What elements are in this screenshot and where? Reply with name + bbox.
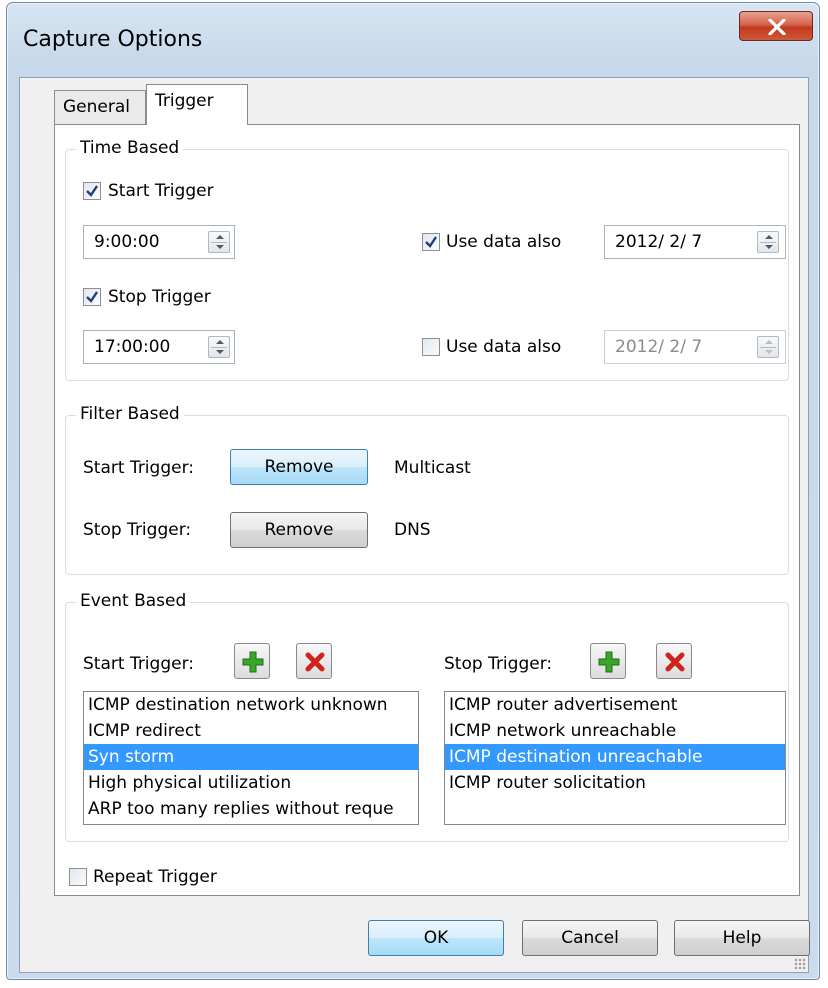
plus-icon bbox=[598, 651, 620, 673]
start-use-date-checkbox[interactable] bbox=[422, 233, 440, 251]
checkmark-icon bbox=[86, 291, 98, 303]
stop-time-field[interactable]: 17:00:00 bbox=[83, 330, 235, 364]
event-start-item[interactable]: ARP too many replies without reque bbox=[84, 796, 418, 822]
start-date-spinner[interactable] bbox=[757, 231, 779, 253]
stop-use-date-checkbox[interactable] bbox=[422, 338, 440, 356]
close-button[interactable] bbox=[739, 11, 813, 41]
checkmark-icon bbox=[425, 236, 437, 248]
cancel-label: Cancel bbox=[561, 928, 619, 948]
event-stop-delete-button[interactable] bbox=[656, 643, 692, 679]
filter-start-remove-button[interactable]: Remove bbox=[230, 449, 368, 485]
event-stop-listbox[interactable]: ICMP router advertisement ICMP network u… bbox=[444, 691, 786, 825]
checkmark-icon bbox=[86, 185, 98, 197]
filter-start-trigger-label: Start Trigger: bbox=[83, 458, 194, 478]
help-label: Help bbox=[722, 928, 762, 948]
plus-icon bbox=[242, 651, 264, 673]
stop-date-value: 2012/ 2/ 7 bbox=[615, 337, 703, 357]
event-based-group: Event Based Start Trigger: ICMP destinat… bbox=[65, 591, 789, 842]
event-start-trigger-label: Start Trigger: bbox=[83, 654, 194, 674]
capture-options-dialog: Capture Options General Trigger Time Bas… bbox=[6, 2, 820, 980]
tab-general-label: General bbox=[63, 97, 130, 117]
filter-start-value: Multicast bbox=[394, 458, 471, 478]
event-start-add-button[interactable] bbox=[234, 643, 270, 679]
filter-stop-remove-label: Remove bbox=[264, 520, 334, 540]
start-time-spinner[interactable] bbox=[208, 231, 230, 253]
stop-time-value: 17:00:00 bbox=[94, 337, 171, 357]
cancel-button[interactable]: Cancel bbox=[522, 920, 658, 956]
time-based-group: Time Based Start Trigger 9:00:00 Use dat… bbox=[65, 138, 789, 381]
ok-label: OK bbox=[423, 928, 449, 948]
filter-based-group: Filter Based Start Trigger: Remove Multi… bbox=[65, 404, 789, 575]
filter-stop-remove-button[interactable]: Remove bbox=[230, 512, 368, 548]
start-trigger-label: Start Trigger bbox=[108, 181, 214, 201]
tab-trigger[interactable]: Trigger bbox=[146, 84, 248, 125]
close-icon bbox=[768, 19, 786, 35]
event-stop-trigger-label: Stop Trigger: bbox=[444, 654, 553, 674]
delete-x-icon bbox=[665, 652, 685, 672]
start-trigger-checkbox[interactable] bbox=[83, 182, 101, 200]
event-start-delete-button[interactable] bbox=[296, 643, 332, 679]
start-time-field[interactable]: 9:00:00 bbox=[83, 225, 235, 259]
filter-start-remove-label: Remove bbox=[264, 457, 334, 477]
tab-trigger-label: Trigger bbox=[155, 91, 214, 111]
event-based-legend: Event Based bbox=[76, 591, 191, 611]
event-stop-add-button[interactable] bbox=[590, 643, 626, 679]
stop-use-date-label: Use data also bbox=[446, 337, 562, 357]
start-time-value: 9:00:00 bbox=[94, 232, 160, 252]
start-use-date-label: Use data also bbox=[446, 232, 562, 252]
repeat-trigger-label: Repeat Trigger bbox=[93, 867, 217, 887]
start-date-field[interactable]: 2012/ 2/ 7 bbox=[604, 225, 786, 259]
trigger-tab-panel: Time Based Start Trigger 9:00:00 Use dat… bbox=[54, 124, 800, 896]
dialog-body: General Trigger Time Based Start Trigger… bbox=[19, 77, 810, 973]
filter-stop-trigger-label: Stop Trigger: bbox=[83, 520, 192, 540]
event-start-item-selected[interactable]: Syn storm bbox=[84, 744, 418, 770]
start-date-value: 2012/ 2/ 7 bbox=[615, 232, 703, 252]
event-stop-item[interactable]: ICMP network unreachable bbox=[445, 718, 785, 744]
repeat-trigger-checkbox[interactable] bbox=[69, 868, 87, 886]
event-start-item[interactable]: High physical utilization bbox=[84, 770, 418, 796]
window-title: Capture Options bbox=[23, 27, 203, 52]
event-stop-item-selected[interactable]: ICMP destination unreachable bbox=[445, 744, 785, 770]
event-stop-item[interactable]: ICMP router advertisement bbox=[445, 692, 785, 718]
stop-trigger-label: Stop Trigger bbox=[108, 287, 211, 307]
ok-button[interactable]: OK bbox=[368, 920, 504, 956]
title-bar[interactable]: Capture Options bbox=[7, 3, 819, 77]
event-stop-item[interactable]: ICMP router solicitation bbox=[445, 770, 785, 796]
stop-trigger-checkbox[interactable] bbox=[83, 288, 101, 306]
event-start-listbox[interactable]: ICMP destination network unknown ICMP re… bbox=[83, 691, 419, 825]
event-start-item[interactable]: ICMP destination network unknown bbox=[84, 692, 418, 718]
time-based-legend: Time Based bbox=[76, 138, 184, 158]
event-start-item[interactable]: ICMP redirect bbox=[84, 718, 418, 744]
filter-based-legend: Filter Based bbox=[76, 404, 184, 424]
delete-x-icon bbox=[305, 652, 325, 672]
resize-grip[interactable] bbox=[794, 958, 806, 970]
stop-time-spinner[interactable] bbox=[208, 336, 230, 358]
stop-date-spinner bbox=[757, 336, 779, 358]
tab-general[interactable]: General bbox=[54, 90, 146, 124]
help-button[interactable]: Help bbox=[674, 920, 810, 956]
stop-date-field: 2012/ 2/ 7 bbox=[604, 330, 786, 364]
filter-stop-value: DNS bbox=[394, 520, 431, 540]
